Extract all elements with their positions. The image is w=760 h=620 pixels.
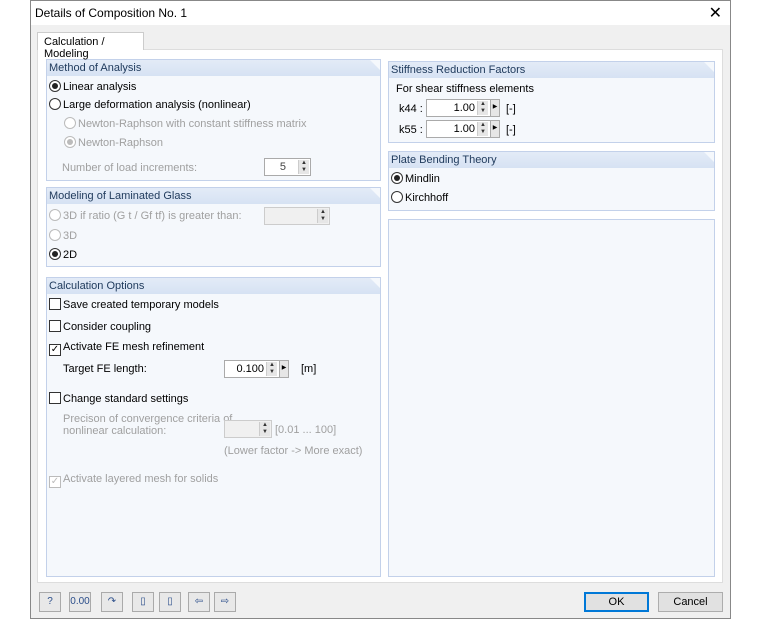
label: nonlinear calculation:	[63, 425, 167, 437]
window-title: Details of Composition No. 1	[35, 6, 188, 20]
value: 1.00	[453, 123, 475, 135]
tab-calculation-modeling[interactable]: Calculation / Modeling	[37, 32, 144, 60]
k44-input[interactable]: 1.00 ▲ ▼ ▶	[426, 99, 500, 117]
group-title: Stiffness Reduction Factors	[389, 62, 714, 78]
radio-icon	[49, 80, 61, 92]
spinner-icon[interactable]: ▲ ▼	[317, 209, 328, 223]
label: 2D	[63, 249, 78, 261]
label: Save created temporary models	[63, 299, 219, 311]
checkbox-icon	[49, 320, 61, 332]
copy-icon[interactable]: ▯	[132, 592, 154, 612]
load-increments-input[interactable]: 5 ▲ ▼	[264, 158, 311, 176]
checkbox-icon	[49, 392, 61, 404]
spinner-icon[interactable]: ▲ ▼	[298, 160, 309, 174]
arrow-right-icon[interactable]: ▶	[490, 121, 499, 137]
arrow-right-icon[interactable]: ▶	[490, 100, 499, 116]
precision-hint: (Lower factor -> More exact)	[224, 445, 363, 457]
checkmark-icon: ✓	[49, 344, 61, 356]
stiffness-reduction-group: Stiffness Reduction Factors For shear st…	[388, 61, 715, 143]
close-icon[interactable]: ✕	[709, 3, 722, 23]
label: Activate layered mesh for solids	[63, 473, 219, 485]
radio-icon	[64, 117, 76, 129]
radio-newton-raphson[interactable]: Newton-Raphson	[64, 136, 163, 149]
label: 3D	[63, 230, 78, 242]
radio-linear-analysis[interactable]: Linear analysis	[49, 80, 136, 93]
radio-icon	[391, 191, 403, 203]
label: Activate FE mesh refinement	[63, 341, 205, 353]
precision-input[interactable]: ▲ ▼	[224, 420, 272, 438]
spinner-icon[interactable]: ▲ ▼	[259, 422, 270, 436]
checkbox-layered-mesh[interactable]: ✓ Activate layered mesh for solids	[49, 473, 218, 488]
radio-2d[interactable]: 2D	[49, 248, 77, 261]
radio-icon	[391, 172, 403, 184]
target-fe-length-input[interactable]: 0.100 ▲ ▼ ▶	[224, 360, 289, 378]
label: Mindlin	[405, 173, 440, 185]
help-icon[interactable]: ?	[39, 592, 61, 612]
precision-range: [0.01 ... 100]	[275, 424, 337, 436]
spinner-icon[interactable]: ▲ ▼	[477, 101, 488, 115]
radio-mindlin[interactable]: Mindlin	[391, 172, 440, 185]
stiffness-subtitle: For shear stiffness elements	[396, 83, 534, 95]
ratio-input[interactable]: ▲ ▼	[264, 207, 330, 225]
target-fe-length-label: Target FE length:	[63, 363, 147, 375]
reset-icon[interactable]: ↷	[101, 592, 123, 612]
value: 1.00	[453, 102, 475, 114]
label: Newton-Raphson with constant stiffness m…	[78, 118, 307, 130]
checkbox-save-models[interactable]: Save created temporary models	[49, 298, 219, 311]
group-title: Method of Analysis	[47, 60, 380, 76]
import-icon[interactable]: ⇦	[188, 592, 210, 612]
radio-icon	[49, 248, 61, 260]
group-title: Plate Bending Theory	[389, 152, 714, 168]
title-bar: Details of Composition No. 1 ✕	[31, 1, 730, 25]
method-of-analysis-group: Method of Analysis Linear analysis Large…	[46, 59, 381, 181]
label: 3D if ratio (G t / Gf tf) is greater tha…	[63, 210, 242, 222]
label: Large deformation analysis (nonlinear)	[63, 99, 251, 111]
spinner-icon[interactable]: ▲ ▼	[266, 362, 277, 376]
radio-icon	[64, 136, 76, 148]
label: Change standard settings	[63, 393, 189, 405]
checkbox-change-standard[interactable]: Change standard settings	[49, 392, 188, 405]
units-icon[interactable]: 0.00	[69, 592, 91, 612]
radio-icon	[49, 209, 61, 221]
label: Newton-Raphson	[78, 137, 163, 149]
label: Consider coupling	[63, 321, 152, 333]
group-title: Modeling of Laminated Glass	[47, 188, 380, 204]
cancel-button[interactable]: Cancel	[658, 592, 723, 612]
group-title: Calculation Options	[47, 278, 380, 294]
calculation-options-group: Calculation Options Save created tempora…	[46, 277, 381, 577]
checkmark-icon: ✓	[49, 476, 61, 488]
k44-label: k44 :	[399, 103, 423, 115]
radio-icon	[49, 229, 61, 241]
empty-panel	[388, 219, 715, 577]
radio-3d[interactable]: 3D	[49, 229, 77, 242]
export-icon[interactable]: ⇨	[214, 592, 236, 612]
checkbox-mesh-refinement[interactable]: ✓ Activate FE mesh refinement	[49, 341, 204, 356]
radio-3d-ratio[interactable]: 3D if ratio (G t / Gf tf) is greater tha…	[49, 209, 242, 222]
load-increments-label: Number of load increments:	[62, 162, 198, 174]
radio-large-deformation[interactable]: Large deformation analysis (nonlinear)	[49, 98, 251, 111]
paste-icon[interactable]: ▯	[159, 592, 181, 612]
target-fe-length-unit: [m]	[301, 363, 317, 375]
checkbox-icon	[49, 298, 61, 310]
value: 0.100	[236, 363, 264, 375]
arrow-right-icon[interactable]: ▶	[279, 361, 288, 377]
label: Linear analysis	[63, 81, 137, 93]
label: Precison of convergence criteria of	[63, 413, 233, 425]
k44-unit: [-]	[506, 103, 516, 115]
k55-unit: [-]	[506, 124, 516, 136]
laminated-glass-group: Modeling of Laminated Glass 3D if ratio …	[46, 187, 381, 267]
radio-icon	[49, 98, 61, 110]
value: 5	[279, 161, 286, 173]
precision-label: Precison of convergence criteria of nonli…	[63, 413, 232, 437]
k55-label: k55 :	[399, 124, 423, 136]
ok-button[interactable]: OK	[584, 592, 649, 612]
radio-kirchhoff[interactable]: Kirchhoff	[391, 191, 448, 204]
spinner-icon[interactable]: ▲ ▼	[477, 122, 488, 136]
radio-newton-raphson-constant[interactable]: Newton-Raphson with constant stiffness m…	[64, 117, 306, 130]
dialog: Details of Composition No. 1 ✕ Calculati…	[30, 0, 731, 619]
checkbox-coupling[interactable]: Consider coupling	[49, 320, 151, 333]
label: Kirchhoff	[405, 192, 449, 204]
k55-input[interactable]: 1.00 ▲ ▼ ▶	[426, 120, 500, 138]
plate-bending-group: Plate Bending Theory Mindlin Kirchhoff	[388, 151, 715, 211]
